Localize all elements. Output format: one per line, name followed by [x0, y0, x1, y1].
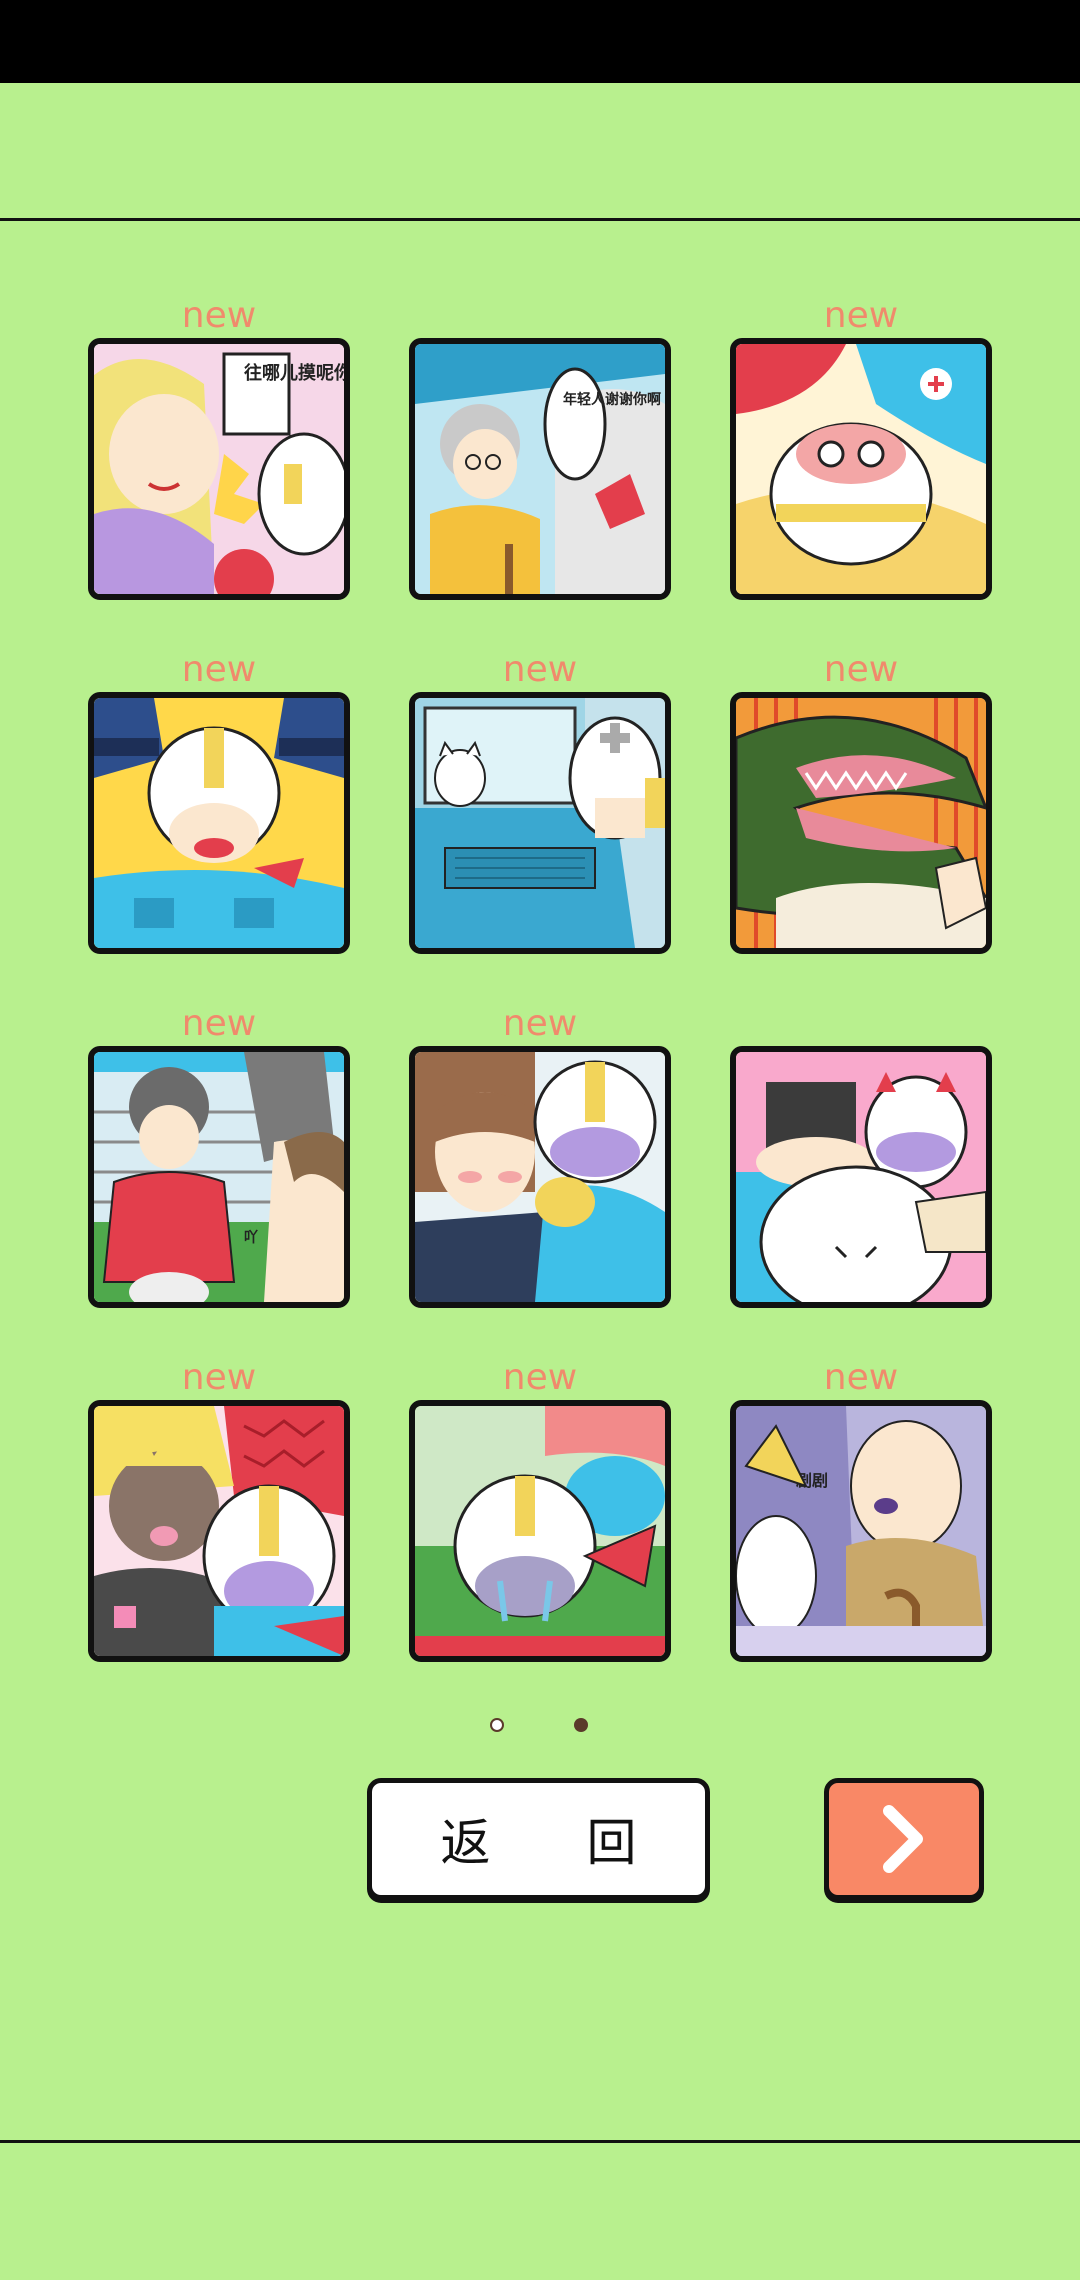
level-card[interactable]: new — [88, 1357, 350, 1662]
page-dot[interactable] — [490, 1718, 504, 1732]
speech-bubble-text: 往哪儿摸呢你这色狼！ — [244, 362, 344, 384]
page-dot-active[interactable] — [574, 1718, 588, 1732]
level-card[interactable] — [730, 1004, 992, 1308]
new-badge: new — [181, 649, 257, 690]
back-button-label: 返 回 — [440, 1814, 677, 1872]
level-thumbnail[interactable]: 年轻人谢谢你啊 — [409, 338, 671, 600]
level-thumbnail[interactable]: 剧剧 — [730, 1400, 992, 1662]
new-badge: new — [181, 295, 257, 336]
level-thumbnail[interactable] — [88, 1400, 350, 1662]
level-card[interactable]: new — [88, 649, 350, 954]
level-thumbnail[interactable] — [409, 1046, 671, 1308]
back-button[interactable]: 返 回 — [367, 1778, 710, 1900]
speech-bubble-text: 吖 — [244, 1229, 258, 1246]
next-page-button[interactable] — [824, 1778, 984, 1900]
new-badge: new — [502, 1003, 578, 1044]
new-badge — [409, 296, 671, 336]
level-thumbnail[interactable] — [409, 692, 671, 954]
new-badge: new — [502, 1357, 578, 1398]
level-card[interactable]: new 往哪儿摸呢你这色狼！ — [88, 295, 350, 600]
new-badge: new — [823, 649, 899, 690]
level-card[interactable]: new — [730, 295, 992, 600]
new-badge: new — [181, 1357, 257, 1398]
level-thumbnail[interactable] — [730, 338, 992, 600]
level-thumbnail[interactable]: 往哪儿摸呢你这色狼！ — [88, 338, 350, 600]
new-badge: new — [502, 649, 578, 690]
level-card[interactable]: new — [730, 649, 992, 954]
footer-divider — [0, 2140, 1080, 2143]
level-thumbnail[interactable] — [88, 692, 350, 954]
new-badge: new — [823, 1357, 899, 1398]
new-badge — [730, 1004, 992, 1044]
speech-bubble-text: 年轻人谢谢你啊 — [563, 391, 661, 408]
level-card[interactable]: new 剧剧 — [730, 1357, 992, 1662]
level-card[interactable]: new — [409, 1357, 671, 1662]
level-card[interactable]: new — [409, 649, 671, 954]
level-thumbnail[interactable]: 吖 — [88, 1046, 350, 1308]
level-grid: new 往哪儿摸呢你这色狼！ — [0, 0, 1080, 1700]
level-card[interactable]: new 吖 — [88, 1003, 350, 1308]
level-card[interactable]: 年轻人谢谢你啊 — [409, 296, 671, 600]
level-thumbnail[interactable] — [730, 692, 992, 954]
new-badge: new — [181, 1003, 257, 1044]
level-thumbnail[interactable] — [409, 1400, 671, 1662]
level-thumbnail[interactable] — [730, 1046, 992, 1308]
level-card[interactable]: new — [409, 1003, 671, 1308]
chevron-right-icon — [883, 1805, 923, 1873]
new-badge: new — [823, 295, 899, 336]
